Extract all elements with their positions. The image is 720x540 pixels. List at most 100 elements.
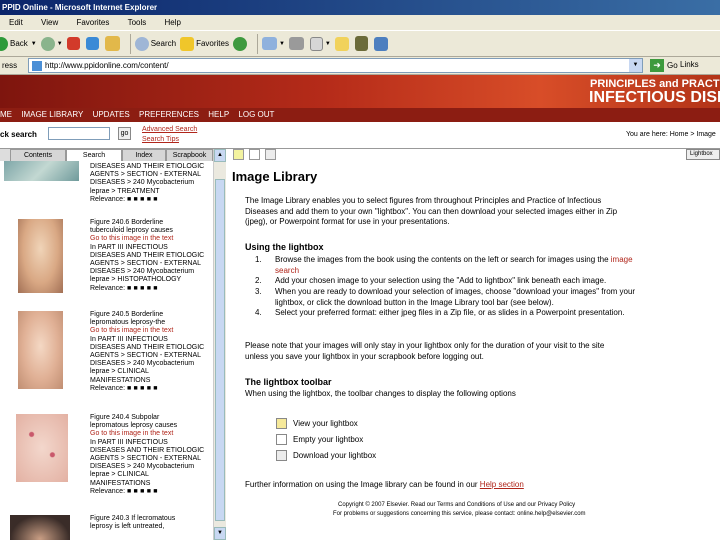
item-description: DISEASES AND THEIR ETIOLOGIC AGENTS > SE…	[90, 163, 205, 203]
history-button[interactable]	[232, 34, 249, 54]
nav-preferences[interactable]: PREFERENCES	[139, 110, 199, 119]
lightbox-view-icon[interactable]	[233, 149, 244, 160]
download-lightbox-icon	[276, 450, 287, 461]
item-description: Figure 240.6 Borderline tuberculoid lepr…	[90, 219, 205, 292]
quick-search-go-button[interactable]: go	[118, 127, 131, 140]
menu-view[interactable]: View	[41, 18, 58, 27]
tab-contents[interactable]: Contents	[10, 149, 66, 161]
links-button[interactable]: Links	[680, 60, 699, 69]
list-item: 3. When you are ready to download your s…	[255, 287, 636, 307]
lightbox-empty-icon[interactable]	[249, 149, 260, 160]
quick-search-label: ck search	[0, 130, 37, 139]
scroll-down-icon[interactable]: ▼	[214, 527, 226, 540]
browser-toolbar: Back ▼ ▼ Search Favorites ▼ ▼	[0, 30, 720, 57]
search-button[interactable]: Search	[134, 34, 176, 54]
search-tips-link[interactable]: Search Tips	[142, 136, 179, 143]
back-label: Back	[10, 39, 28, 48]
favorites-button[interactable]: Favorites	[180, 34, 229, 54]
messenger-icon	[373, 36, 388, 51]
research-icon	[354, 36, 368, 51]
messenger-button[interactable]	[373, 34, 390, 54]
note-icon	[334, 36, 349, 51]
lightbox-toolbar-desc: When using the lightbox, the toolbar cha…	[245, 389, 516, 398]
image-search-link[interactable]: image	[611, 255, 633, 264]
refresh-icon	[85, 37, 99, 50]
home-button[interactable]	[104, 34, 122, 54]
mail-button[interactable]: ▼	[261, 34, 285, 54]
nav-updates[interactable]: UPDATES	[93, 110, 130, 119]
site-nav: ME IMAGE LIBRARY UPDATES PREFERENCES HEL…	[0, 108, 720, 122]
go-label: Go	[667, 61, 678, 70]
go-arrow-icon: ➜	[650, 59, 664, 72]
address-url: http://www.ppidonline.com/content/	[45, 61, 169, 70]
history-icon	[232, 36, 247, 51]
menu-tools[interactable]: Tools	[128, 18, 147, 27]
scroll-up-icon[interactable]: ▲	[214, 149, 226, 162]
left-panel-scrollbar[interactable]: ▲ ▼	[213, 149, 226, 540]
copyright-footer: Copyright © 2007 Elsevier. Read our Term…	[338, 502, 576, 508]
address-input[interactable]: http://www.ppidonline.com/content/ ▼	[28, 58, 643, 73]
stop-button[interactable]	[66, 34, 82, 54]
scroll-thumb[interactable]	[215, 179, 225, 521]
tab-index[interactable]: Index	[122, 149, 166, 161]
home-icon	[104, 36, 120, 51]
download-lightbox-item: Download your lightbox	[276, 450, 376, 461]
lightbox-button[interactable]: Lightbox	[686, 149, 720, 160]
page-title: Image Library	[232, 169, 318, 184]
thumbnail-image[interactable]	[18, 219, 63, 293]
mail-icon	[261, 37, 277, 50]
view-lightbox-item: View your lightbox	[276, 418, 358, 429]
window-title: PPID Online - Microsoft Internet Explore…	[0, 0, 720, 15]
edit-button[interactable]: ▼	[309, 34, 331, 54]
tab-search[interactable]: Search	[66, 149, 122, 161]
nav-image-library[interactable]: IMAGE LIBRARY	[21, 110, 83, 119]
menu-help[interactable]: Help	[165, 18, 181, 27]
nav-home[interactable]: ME	[0, 110, 12, 119]
advanced-search-link[interactable]: Advanced Search	[142, 126, 197, 133]
thumbnail-image[interactable]	[16, 414, 68, 482]
intro-text: The Image Library enables you to select …	[245, 196, 618, 226]
further-info: Further information on using the Image l…	[245, 480, 524, 489]
research-button[interactable]	[354, 34, 370, 54]
contact-footer: For problems or suggestions concerning t…	[333, 511, 586, 517]
print-button[interactable]	[288, 34, 306, 54]
list-item: DISEASES AND THEIR ETIOLOGIC AGENTS > SE…	[0, 161, 213, 206]
toolbar-divider	[256, 33, 258, 54]
menu-bar: Edit View Favorites Tools Help	[0, 15, 720, 30]
thumbnail-image[interactable]	[18, 311, 63, 389]
nav-help[interactable]: HELP	[208, 110, 229, 119]
image-search-link-cont[interactable]: search	[275, 266, 299, 277]
lightbox-toolbar-heading: The lightbox toolbar	[245, 377, 332, 387]
document-icon	[309, 36, 323, 51]
forward-button[interactable]: ▼	[40, 34, 63, 54]
dropdown-arrow-icon[interactable]: ▼	[629, 59, 642, 72]
thumbnail-image[interactable]	[10, 515, 70, 540]
thumbnail-image[interactable]	[4, 161, 79, 181]
refresh-button[interactable]	[85, 34, 101, 54]
page-icon	[32, 60, 42, 71]
quick-search-input[interactable]	[48, 127, 110, 140]
favorites-label: Favorites	[196, 39, 229, 48]
item-description: Figure 240.3 If lecromatous leprosy is l…	[90, 515, 176, 531]
back-button[interactable]: Back ▼	[0, 34, 37, 54]
empty-lightbox-icon	[276, 434, 287, 445]
lightbox-note: Please note that your images will only s…	[245, 341, 605, 361]
instructions-list: 1. Browse the images from the book using…	[245, 255, 720, 319]
lightbox-download-icon[interactable]	[265, 149, 276, 160]
address-bar: ress http://www.ppidonline.com/content/ …	[0, 57, 720, 75]
item-description: Figure 240.4 Subpolar lepromatous lepros…	[90, 414, 205, 495]
discuss-button[interactable]	[334, 34, 351, 54]
menu-favorites[interactable]: Favorites	[76, 18, 109, 27]
go-button[interactable]: ➜ Go	[650, 59, 678, 72]
nav-log-out[interactable]: LOG OUT	[238, 110, 274, 119]
magnifier-icon	[134, 36, 149, 51]
forward-arrow-icon	[40, 36, 55, 51]
list-item: 4. Select your preferred format: either …	[255, 308, 625, 317]
image-library-toolbar	[227, 149, 720, 162]
tab-scrapbook[interactable]: Scrapbook	[166, 149, 213, 161]
star-icon	[180, 36, 195, 51]
help-section-link[interactable]: Help section	[480, 480, 524, 489]
banner-title-line2: INFECTIOUS DISEA	[589, 89, 720, 106]
using-lightbox-heading: Using the lightbox	[245, 242, 324, 252]
menu-edit[interactable]: Edit	[9, 18, 23, 27]
